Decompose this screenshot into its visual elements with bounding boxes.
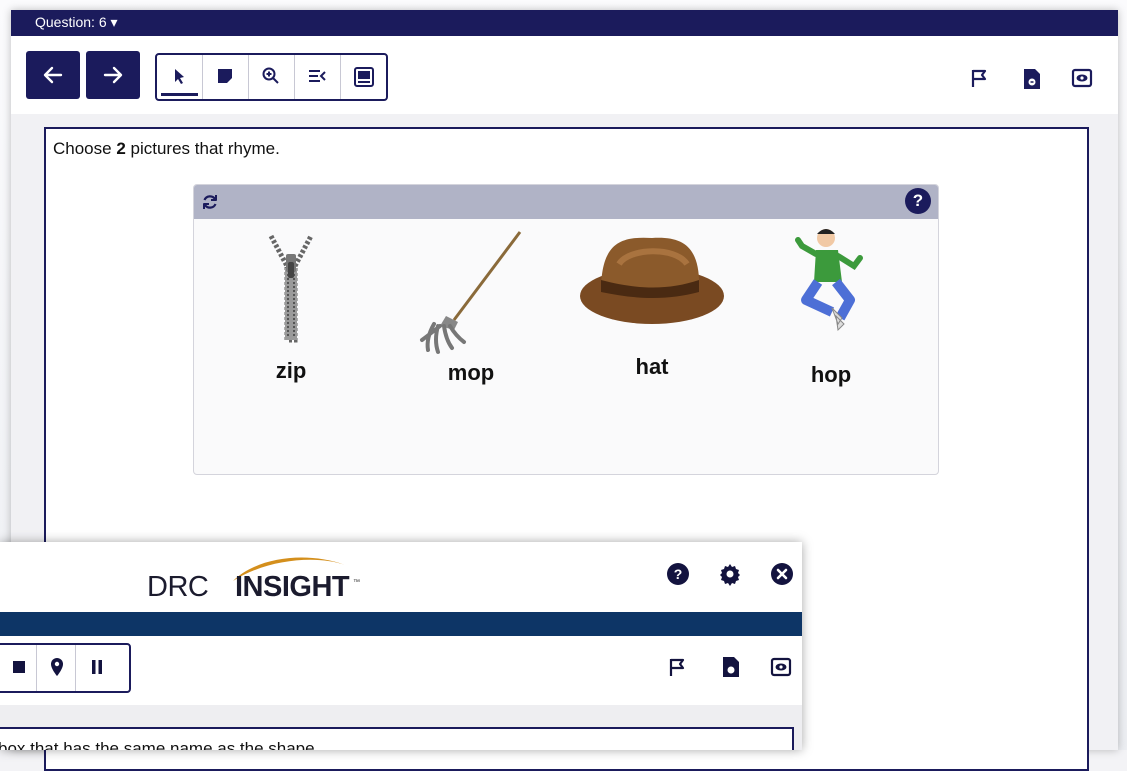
toolbar bbox=[11, 36, 1118, 115]
drc-insight-logo: DRC INSIGHT ™ bbox=[147, 551, 377, 607]
close-icon bbox=[771, 563, 793, 585]
choice-label: zip bbox=[275, 358, 307, 383]
prompt-text: Choose bbox=[53, 139, 117, 158]
help-button[interactable]: ? bbox=[905, 188, 931, 214]
arrow-right-icon bbox=[103, 66, 123, 84]
flag-icon bbox=[971, 69, 987, 87]
choice-label: hat bbox=[635, 354, 669, 379]
prompt-count: 2 bbox=[116, 139, 126, 158]
item-prompt: Choose 2 pictures that rhyme. bbox=[53, 139, 280, 159]
back-button[interactable] bbox=[26, 51, 80, 99]
eye-icon bbox=[770, 657, 792, 677]
popup-tool-group bbox=[0, 643, 131, 693]
eye-icon bbox=[1071, 68, 1093, 88]
choice-hop[interactable]: hop bbox=[756, 229, 906, 430]
sticky-note-icon bbox=[218, 69, 232, 83]
hopping-boy-icon bbox=[795, 229, 863, 332]
eye-button[interactable] bbox=[1071, 67, 1095, 91]
pointer-tool[interactable] bbox=[157, 55, 203, 99]
location-pin-icon bbox=[51, 658, 63, 676]
logo-text-drc: DRC bbox=[147, 571, 209, 603]
zoom-tool[interactable] bbox=[249, 55, 295, 99]
answer-masking-icon bbox=[354, 67, 374, 87]
popup-audio-file-button[interactable] bbox=[720, 655, 742, 679]
active-tool-indicator bbox=[161, 93, 198, 96]
popup-eye-button[interactable] bbox=[770, 656, 792, 678]
pause-tool[interactable] bbox=[76, 645, 114, 691]
widget-header: ? bbox=[194, 185, 938, 219]
answer-masking-tool[interactable] bbox=[341, 55, 386, 99]
pointer-icon bbox=[175, 69, 184, 84]
sticky-note-tool[interactable] bbox=[203, 55, 249, 99]
popup-flag-button[interactable] bbox=[667, 656, 689, 678]
flag-button[interactable] bbox=[969, 67, 993, 91]
next-button[interactable] bbox=[86, 51, 140, 99]
line-reader-icon bbox=[309, 70, 326, 82]
overlay-window: DRC INSIGHT ™ ? box that has the same na… bbox=[0, 542, 802, 750]
audio-file-icon bbox=[1024, 69, 1040, 89]
line-reader-tool[interactable] bbox=[295, 55, 341, 99]
choice-widget: ? zip mop hat hop bbox=[193, 184, 939, 475]
close-button[interactable] bbox=[770, 562, 794, 586]
mop-icon bbox=[420, 231, 522, 354]
popup-prompt-text: box that has the same name as the shape. bbox=[0, 739, 320, 750]
reset-icon[interactable] bbox=[200, 192, 220, 212]
hat-icon bbox=[580, 237, 724, 324]
choice-mop[interactable]: mop bbox=[396, 230, 546, 430]
question-bar: Question: 6 ▾ bbox=[11, 10, 1118, 36]
audio-file-icon bbox=[723, 657, 739, 677]
stop-icon bbox=[13, 661, 25, 673]
choice-label: mop bbox=[447, 360, 495, 385]
question-selector[interactable]: Question: 6 ▾ bbox=[35, 14, 118, 31]
arrow-left-icon bbox=[43, 66, 63, 84]
gear-icon bbox=[720, 564, 740, 586]
choice-zip[interactable]: zip bbox=[216, 230, 366, 430]
popup-help-button[interactable]: ? bbox=[667, 563, 689, 585]
stop-tool[interactable] bbox=[0, 645, 37, 691]
flag-icon bbox=[669, 658, 685, 676]
logo-trademark: ™ bbox=[353, 579, 360, 586]
zipper-icon bbox=[268, 234, 314, 343]
location-tool[interactable] bbox=[37, 645, 76, 691]
tool-group bbox=[155, 53, 388, 101]
zoom-in-icon bbox=[262, 67, 279, 84]
audio-file-button[interactable] bbox=[1021, 67, 1045, 91]
logo-text-insight: INSIGHT bbox=[235, 571, 350, 603]
choice-hat[interactable]: hat bbox=[577, 230, 727, 430]
pause-icon bbox=[92, 660, 102, 674]
settings-button[interactable] bbox=[718, 562, 742, 586]
choice-label: hop bbox=[810, 362, 852, 387]
prompt-text-end: pictures that rhyme. bbox=[125, 139, 280, 158]
popup-item-panel: box that has the same name as the shape. bbox=[0, 727, 794, 750]
popup-header-band bbox=[0, 612, 802, 636]
